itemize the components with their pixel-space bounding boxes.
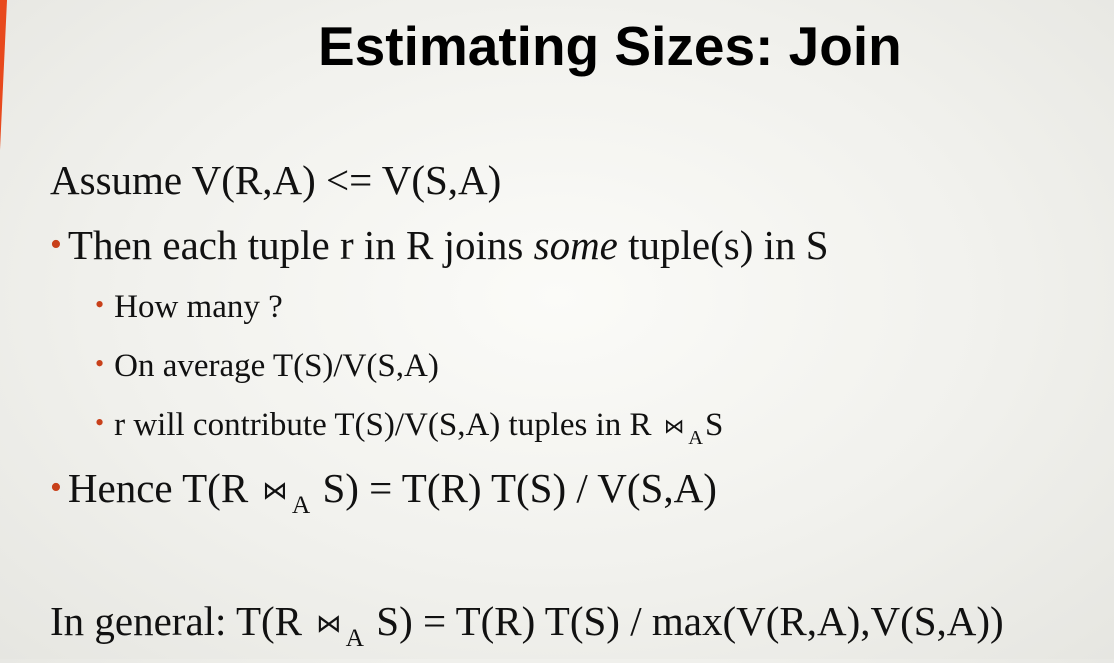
- join-symbol: ⋈: [262, 474, 288, 505]
- sub-bullet-1: • How many ?: [95, 285, 283, 331]
- bullet-marker: •: [95, 349, 105, 378]
- join-attribute-subscript: A: [291, 490, 311, 519]
- bullet-1-text-before: Then each tuple r in R joins: [67, 222, 534, 268]
- join-attribute-subscript: A: [688, 426, 703, 449]
- accent-stripe: [0, 0, 7, 150]
- bullet-1-emphasis: some: [533, 222, 618, 268]
- intro-line: Assume V(R,A) <= V(S,A): [50, 157, 502, 203]
- sub-bullet-1-text: How many ?: [114, 289, 283, 325]
- general-formula: In general: T(R ⋈ A S) = T(R) T(S) / max(…: [50, 596, 1004, 652]
- slide-title: Estimating Sizes: Join: [318, 15, 902, 77]
- general-formula-after: S) = T(R) T(S) / max(V(R,A),V(S,A)): [366, 598, 1004, 644]
- bullet-marker: •: [95, 408, 105, 437]
- sub-bullet-2: • On average T(S)/V(S,A): [95, 344, 439, 390]
- join-attribute-subscript: A: [345, 623, 365, 652]
- bullet-2: • Hence T(R ⋈ A S) = T(R) T(S) / V(S,A): [50, 463, 717, 519]
- bullet-1-text-after: tuple(s) in S: [617, 222, 829, 268]
- join-symbol: ⋈: [663, 413, 685, 438]
- bullet-1: • Then each tuple r in R joins some tuple…: [50, 220, 829, 274]
- bullet-2-text-before: Hence T(R: [67, 465, 259, 511]
- sub-bullet-3: • r will contribute T(S)/V(S,A) tuples in…: [95, 403, 723, 451]
- bullet-marker: •: [50, 469, 62, 506]
- bullet-2-text-after: S) = T(R) T(S) / V(S,A): [312, 465, 717, 511]
- bullet-marker: •: [95, 290, 105, 319]
- join-symbol: ⋈: [316, 607, 342, 638]
- sub-bullet-3-text-before: r will contribute T(S)/V(S,A) tuples in …: [114, 407, 660, 443]
- bullet-marker: •: [50, 226, 62, 263]
- sub-bullet-2-text: On average T(S)/V(S,A): [114, 348, 439, 384]
- general-formula-before: In general: T(R: [50, 598, 313, 644]
- sub-bullet-3-text-after: S: [705, 407, 724, 443]
